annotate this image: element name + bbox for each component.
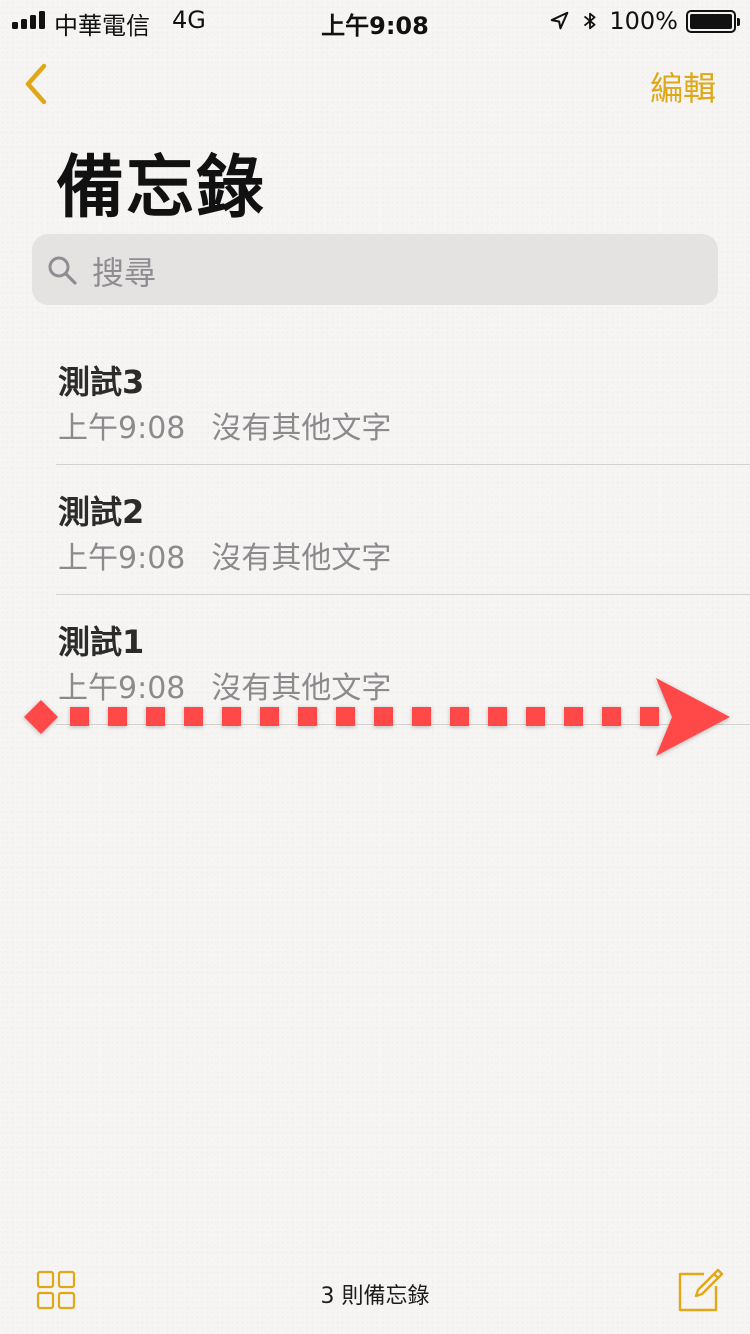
status-bar: 中華電信 4G 上午9:08 100%	[0, 0, 750, 40]
note-title: 測試1	[58, 623, 145, 661]
notes-list: 測試3 上午9:08 沒有其他文字 測試2 上午9:08 沒有其他文字 測試1 上午…	[0, 335, 750, 725]
note-preview: 沒有其他文字	[211, 411, 392, 446]
note-count: 3 則備忘錄	[320, 1284, 430, 1309]
edit-button[interactable]: 編輯	[650, 62, 716, 110]
compose-note-icon[interactable]	[676, 1264, 724, 1312]
note-meta: 上午9:08 沒有其他文字	[58, 403, 391, 447]
note-preview: 沒有其他文字	[211, 541, 392, 576]
chevron-left-icon	[25, 63, 47, 105]
note-time: 上午9:08	[58, 541, 186, 576]
note-list-item[interactable]: 測試2 上午9:08 沒有其他文字	[0, 465, 750, 595]
divider	[56, 724, 750, 725]
note-meta: 上午9:08 沒有其他文字	[58, 533, 391, 577]
note-title: 測試2	[58, 493, 145, 531]
note-time: 上午9:08	[58, 411, 186, 446]
battery-icon	[686, 9, 740, 33]
note-list-item[interactable]: 測試3 上午9:08 沒有其他文字	[0, 335, 750, 465]
note-list-item[interactable]: 測試1 上午9:08 沒有其他文字	[0, 595, 750, 725]
back-button[interactable]	[18, 60, 54, 108]
note-time: 上午9:08	[58, 671, 186, 706]
location-arrow-icon	[551, 11, 569, 30]
bluetooth-icon	[584, 12, 596, 30]
note-meta: 上午9:08 沒有其他文字	[58, 663, 391, 707]
status-indicators: 100%	[549, 6, 740, 36]
search-input[interactable]: 搜尋	[92, 248, 156, 294]
battery-percent: 100%	[609, 7, 678, 35]
bottom-toolbar: 3 則備忘錄	[0, 1250, 750, 1334]
search-bar[interactable]: 搜尋	[32, 234, 718, 305]
note-title: 測試3	[58, 363, 145, 401]
note-preview: 沒有其他文字	[211, 671, 392, 706]
search-icon	[48, 256, 77, 285]
page-title: 備忘錄	[56, 149, 267, 228]
